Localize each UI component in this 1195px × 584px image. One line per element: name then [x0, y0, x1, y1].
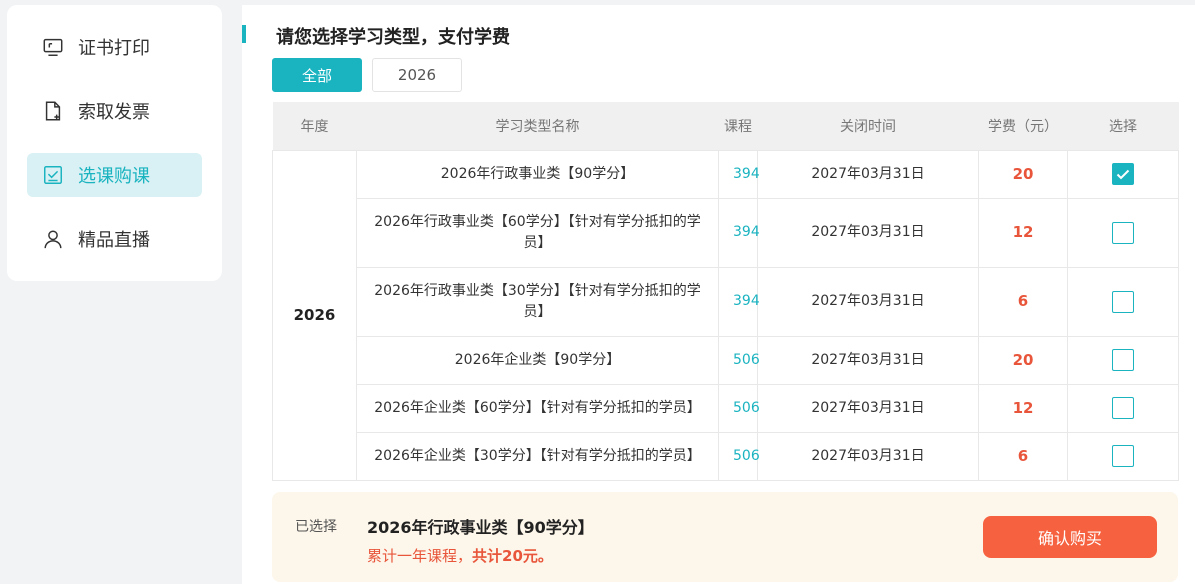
course-count-link[interactable]: 394 — [718, 149, 760, 199]
select-cell — [1067, 431, 1179, 481]
checkmark-icon — [1116, 169, 1130, 180]
year-cell: 2026 — [272, 149, 357, 481]
header-year: 年度 — [272, 102, 357, 150]
sidebar-item-certificate-print[interactable]: 证书打印 — [27, 25, 202, 69]
table-row: 2026 2026年行政事业类【90学分】 394 2027年03月31日 20 — [272, 149, 1179, 481]
sidebar-item-label: 索取发票 — [78, 102, 150, 123]
close-time: 2027年03月31日 — [757, 383, 979, 433]
sidebar-item-label: 证书打印 — [78, 38, 150, 59]
sidebar: 证书打印 索取发票 选课购课 精品直播 — [7, 5, 222, 281]
certificate-print-icon — [40, 34, 66, 60]
table-row: 2026年企业类【90学分】 506 2027年03月31日 20 — [273, 335, 1179, 385]
close-time: 2027年03月31日 — [757, 197, 979, 268]
study-type-name: 2026年企业类【60学分】【针对有学分抵扣的学员】 — [356, 383, 719, 433]
select-checkbox[interactable] — [1112, 221, 1134, 244]
select-checkbox[interactable] — [1112, 163, 1134, 185]
select-checkbox[interactable] — [1112, 349, 1134, 371]
table-header-row: 年度 学习类型名称 课程 关闭时间 学费（元） 选择 — [272, 102, 1179, 150]
select-cell — [1067, 383, 1179, 433]
select-cell — [1067, 149, 1179, 199]
table-row: 2026年行政事业类【30学分】【针对有学分抵扣的学员】 394 2027年03… — [273, 266, 1179, 337]
fee-value: 12 — [978, 197, 1068, 268]
invoice-icon — [40, 98, 66, 124]
header-fee: 学费（元） — [978, 102, 1068, 150]
fee-value: 6 — [978, 266, 1068, 337]
summary-label: 已选择 — [295, 519, 337, 535]
confirm-purchase-button[interactable]: 确认购买 — [983, 516, 1157, 558]
sidebar-item-label: 选课购课 — [78, 166, 150, 187]
filter-tab-2026[interactable]: 2026 — [372, 58, 462, 92]
header-course: 课程 — [718, 102, 758, 150]
selected-course-title: 2026年行政事业类【90学分】 — [367, 518, 594, 537]
fee-value: 20 — [978, 335, 1068, 385]
select-cell — [1067, 335, 1179, 385]
table-row: 2026年企业类【30学分】【针对有学分抵扣的学员】 506 2027年03月3… — [273, 431, 1179, 481]
year-filter-tabs: 全部 2026 — [272, 58, 462, 92]
course-select-icon — [40, 162, 66, 188]
selection-summary: 已选择 2026年行政事业类【90学分】 累计一年课程，共计20元。 确认购买 — [272, 492, 1178, 582]
page-title: 请您选择学习类型，支付学费 — [276, 27, 510, 48]
sidebar-item-course-select[interactable]: 选课购课 — [27, 153, 202, 197]
header-select: 选择 — [1067, 102, 1179, 150]
select-checkbox[interactable] — [1112, 397, 1134, 419]
study-type-name: 2026年行政事业类【60学分】【针对有学分抵扣的学员】 — [356, 197, 719, 268]
course-count-link[interactable]: 394 — [718, 266, 760, 337]
close-time: 2027年03月31日 — [757, 431, 979, 481]
sidebar-item-live[interactable]: 精品直播 — [27, 217, 202, 261]
course-count-link[interactable]: 506 — [718, 335, 760, 385]
main-panel: 请您选择学习类型，支付学费 全部 2026 年度 学习类型名称 课程 关闭时间 … — [242, 5, 1195, 584]
select-cell — [1067, 197, 1179, 268]
filter-tab-all[interactable]: 全部 — [272, 58, 362, 92]
table-row: 2026年行政事业类【60学分】【针对有学分抵扣的学员】 394 2027年03… — [273, 197, 1179, 268]
course-table: 年度 学习类型名称 课程 关闭时间 学费（元） 选择 2026 2026年行政事… — [272, 102, 1179, 481]
fee-value: 12 — [978, 383, 1068, 433]
course-count-link[interactable]: 506 — [718, 431, 760, 481]
close-time: 2027年03月31日 — [757, 335, 979, 385]
sidebar-item-label: 精品直播 — [78, 230, 150, 251]
select-cell — [1067, 266, 1179, 337]
course-table-wrap: 年度 学习类型名称 课程 关闭时间 学费（元） 选择 2026 2026年行政事… — [272, 102, 1179, 481]
fee-value: 20 — [978, 149, 1068, 199]
course-count-link[interactable]: 394 — [718, 197, 760, 268]
header-name: 学习类型名称 — [356, 102, 719, 150]
summary-total: 共计20元。 — [472, 547, 553, 565]
study-type-name: 2026年行政事业类【90学分】 — [356, 149, 719, 199]
sidebar-item-invoice[interactable]: 索取发票 — [27, 89, 202, 133]
fee-value: 6 — [978, 431, 1068, 481]
summary-desc-prefix: 累计一年课程， — [367, 547, 473, 565]
course-count-link[interactable]: 506 — [718, 383, 760, 433]
study-type-name: 2026年行政事业类【30学分】【针对有学分抵扣的学员】 — [356, 266, 719, 337]
table-row: 2026年企业类【60学分】【针对有学分抵扣的学员】 506 2027年03月3… — [273, 383, 1179, 433]
study-type-name: 2026年企业类【30学分】【针对有学分抵扣的学员】 — [356, 431, 719, 481]
select-checkbox[interactable] — [1112, 445, 1134, 467]
close-time: 2027年03月31日 — [757, 266, 979, 337]
section-accent-bar — [242, 25, 246, 43]
study-type-name: 2026年企业类【90学分】 — [356, 335, 719, 385]
user-icon — [40, 226, 66, 252]
select-checkbox[interactable] — [1112, 290, 1134, 313]
close-time: 2027年03月31日 — [757, 149, 979, 199]
header-close-time: 关闭时间 — [757, 102, 979, 150]
summary-description: 累计一年课程，共计20元。 — [367, 545, 553, 566]
